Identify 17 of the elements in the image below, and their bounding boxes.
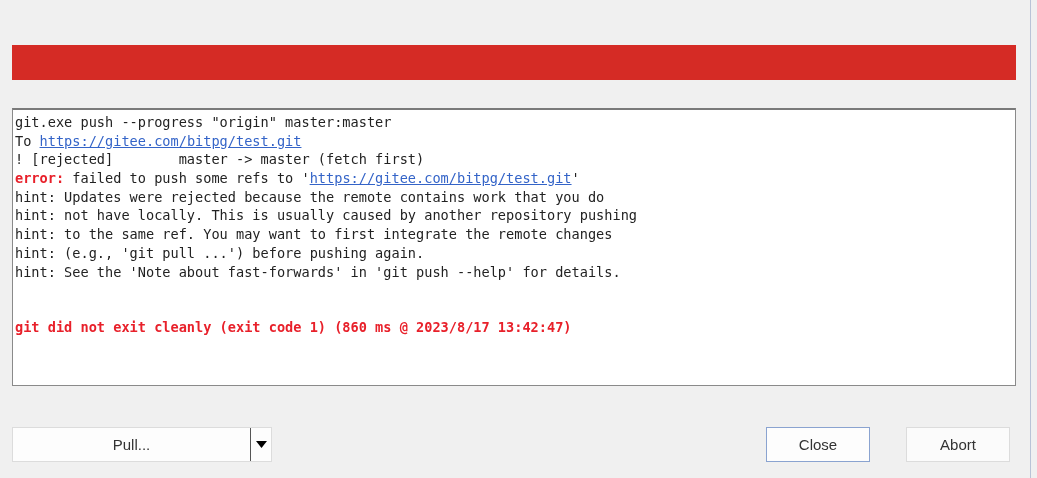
repo-link[interactable]: https://gitee.com/bitpg/test.git	[309, 170, 572, 187]
log-text: git.exe push --progress "origin" master:master	[15, 114, 392, 130]
repo-link[interactable]: https://gitee.com/bitpg/test.git	[39, 132, 302, 149]
close-button[interactable]: Close	[766, 427, 870, 462]
error-label: error:	[15, 170, 65, 187]
log-text: hint: (e.g., 'git pull ...') before pushing again.	[15, 244, 425, 261]
status-message: git did not exit cleanly (exit code 1) (860 ms @ 2023/8/17 13:42:47)	[15, 319, 572, 336]
caret-icon	[255, 441, 267, 448]
abort-button[interactable]: Abort	[906, 427, 1010, 462]
log-text: To	[15, 132, 33, 149]
log-text: '	[571, 170, 580, 187]
log-text: failed to push some refs to '	[71, 170, 310, 187]
log-text: hint: not have locally. This is usually caused by another repository pushing	[15, 207, 637, 224]
log-text: hint: Updates were rejected because the remote contains work that you do	[15, 188, 605, 205]
log-text: hint: See the 'Note about fast-forwards' in 'git push --help' for details.	[15, 263, 621, 280]
log-text: ! [rejected] master -> master (fetch first)	[15, 151, 425, 168]
log-text: hint: to the same ref. You may want to first integrate the remote changes	[15, 226, 613, 243]
